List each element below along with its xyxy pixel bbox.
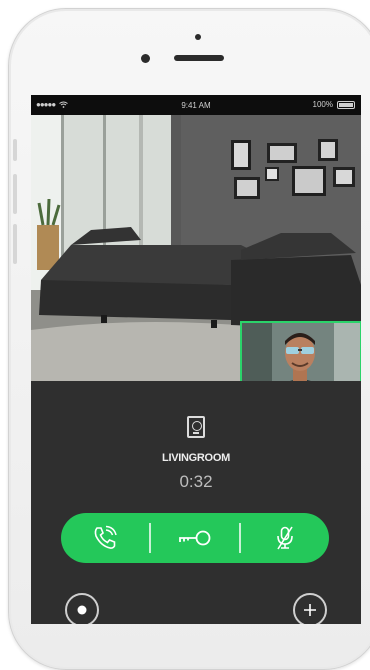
call-timer: 0:32	[179, 472, 213, 491]
record-button[interactable]	[65, 593, 99, 624]
mute-microphone-button[interactable]	[241, 513, 329, 563]
proximity-sensor	[141, 54, 150, 63]
phone-video-icon	[94, 525, 117, 549]
caller-video	[242, 323, 360, 381]
status-bar: ●●●●● 9:41 AM 100%	[31, 95, 361, 115]
earpiece-speaker	[174, 55, 224, 61]
door-camera-feed	[31, 115, 361, 381]
side-button	[13, 224, 17, 264]
call-action-bar	[61, 513, 329, 563]
phone-screen: ●●●●● 9:41 AM 100% LIVINGROOM 0:32	[31, 95, 361, 624]
status-time: 9:41 AM	[181, 101, 211, 110]
key-icon	[179, 530, 211, 546]
volume-down-button	[13, 174, 17, 214]
record-icon	[77, 605, 87, 615]
room-name: LIVINGROOM	[162, 452, 230, 464]
unlock-door-button[interactable]	[151, 513, 239, 563]
intercom-icon	[187, 416, 205, 438]
add-button[interactable]	[293, 593, 327, 624]
self-view-preview[interactable]	[240, 321, 361, 381]
answer-call-button[interactable]	[61, 513, 149, 563]
microphone-muted-icon	[277, 526, 293, 550]
battery-percent: 100%	[312, 100, 333, 109]
plus-icon	[304, 604, 316, 616]
battery-icon	[337, 100, 355, 109]
volume-up-button	[13, 139, 17, 161]
front-camera	[195, 34, 201, 40]
